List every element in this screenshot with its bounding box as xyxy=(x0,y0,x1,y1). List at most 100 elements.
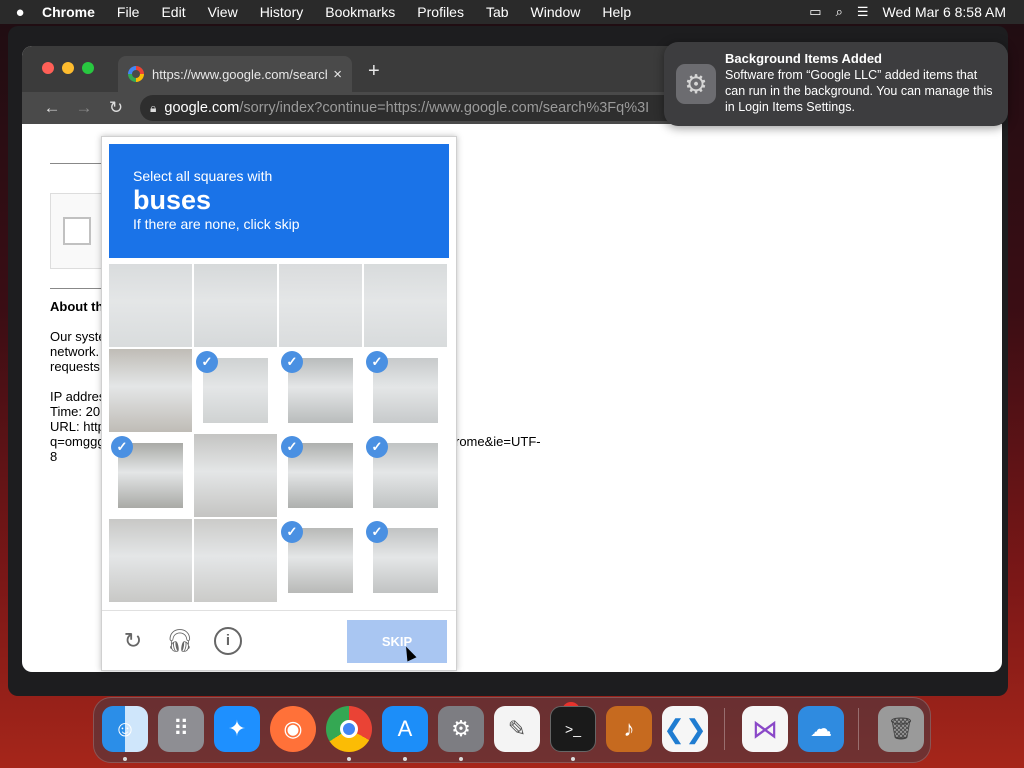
captcha-tile[interactable]: ✓ xyxy=(364,519,447,602)
skip-button[interactable]: SKIP xyxy=(347,620,447,663)
url-path: /sorry/index?continue=https://www.google… xyxy=(239,100,650,116)
garageband-icon[interactable]: ♪ xyxy=(606,706,652,752)
minimize-window-button[interactable] xyxy=(62,62,74,74)
info-icon[interactable]: i xyxy=(214,627,242,655)
url-end-text: 8 xyxy=(50,449,58,464)
system-settings-icon[interactable]: ⚙ xyxy=(438,706,484,752)
screen-mirroring-icon[interactable]: ▭ xyxy=(809,4,821,20)
captcha-tile[interactable] xyxy=(109,349,192,432)
headphones-icon[interactable]: 🎧︎ xyxy=(166,627,194,655)
captcha-tile[interactable]: ✓ xyxy=(109,434,192,517)
gear-icon: ⚙ xyxy=(676,64,716,104)
captcha-tile[interactable] xyxy=(194,264,277,347)
about-heading: About th xyxy=(50,299,104,314)
captcha-tile[interactable]: ✓ xyxy=(364,349,447,432)
reload-icon[interactable]: ↻ xyxy=(119,627,147,655)
textedit-icon[interactable]: ✎ xyxy=(494,706,540,752)
url-text: URL: http xyxy=(50,419,105,434)
captcha-tile[interactable] xyxy=(194,519,277,602)
ip-address-text: IP addres xyxy=(50,389,106,404)
captcha-tile-image xyxy=(109,519,192,602)
apple-icon[interactable]: ● xyxy=(0,4,40,21)
checkmark-icon: ✓ xyxy=(281,436,303,458)
captcha-tile[interactable] xyxy=(109,264,192,347)
tab-close-icon[interactable]: × xyxy=(333,66,342,83)
captcha-tile-image xyxy=(194,519,277,602)
checkmark-icon: ✓ xyxy=(366,521,388,543)
checkmark-icon: ✓ xyxy=(366,436,388,458)
dock-separator xyxy=(724,708,725,750)
menu-help[interactable]: Help xyxy=(591,4,642,20)
captcha-tile-image xyxy=(194,264,277,347)
captcha-tile[interactable]: ✓ xyxy=(279,349,362,432)
terminal-icon[interactable]: >_ xyxy=(550,706,596,752)
dock-separator xyxy=(858,708,859,750)
browser-tab[interactable]: https://www.google.com/search × xyxy=(118,56,352,92)
captcha-tile-image xyxy=(109,264,192,347)
launchpad-icon[interactable]: ⠿ xyxy=(158,706,204,752)
menu-edit[interactable]: Edit xyxy=(150,4,196,20)
menu-history[interactable]: History xyxy=(249,4,315,20)
page-text: requests xyxy=(50,359,100,374)
captcha-tile[interactable] xyxy=(364,264,447,347)
app-store-icon[interactable]: A xyxy=(382,706,428,752)
safari-icon[interactable]: ✦ xyxy=(214,706,260,752)
dock: ☺ ⠿ ✦ ◉ A ⚙ 2 ✎ >_ ♪ ❮❯ ⋈ ☁ 🗑︎ xyxy=(93,697,931,763)
zoom-window-button[interactable] xyxy=(82,62,94,74)
captcha-instruction: Select all squares with xyxy=(133,168,273,184)
captcha-tile[interactable]: ✓ xyxy=(279,519,362,602)
reload-icon[interactable]: ↻ xyxy=(100,98,132,118)
captcha-tile[interactable] xyxy=(279,264,362,347)
menu-bar: ● Chrome File Edit View History Bookmark… xyxy=(0,0,1024,24)
close-window-button[interactable] xyxy=(42,62,54,74)
menubar-datetime[interactable]: Wed Mar 6 8:58 AM xyxy=(883,4,1006,20)
captcha-challenge: Select all squares with buses If there a… xyxy=(101,136,457,671)
captcha-tile-image xyxy=(194,434,277,517)
forward-arrow-icon[interactable]: → xyxy=(68,98,100,118)
recaptcha-checkbox[interactable] xyxy=(63,217,91,245)
menu-file[interactable]: File xyxy=(106,4,151,20)
checkmark-icon: ✓ xyxy=(111,436,133,458)
url-domain: google.com xyxy=(164,100,240,116)
checkmark-icon: ✓ xyxy=(281,351,303,373)
back-arrow-icon[interactable]: ← xyxy=(36,98,68,118)
menu-app-chrome[interactable]: Chrome xyxy=(40,4,106,20)
running-indicator xyxy=(403,757,407,761)
page-text: Our syste xyxy=(50,329,106,344)
captcha-tile-image xyxy=(109,349,192,432)
captcha-tile[interactable]: ✓ xyxy=(279,434,362,517)
menu-window[interactable]: Window xyxy=(520,4,592,20)
menu-bookmarks[interactable]: Bookmarks xyxy=(314,4,406,20)
vscode-icon[interactable]: ❮❯ xyxy=(662,706,708,752)
finder-icon[interactable]: ☺ xyxy=(102,706,148,752)
menu-tab[interactable]: Tab xyxy=(475,4,520,20)
captcha-target: buses xyxy=(133,185,212,215)
chrome-icon[interactable] xyxy=(326,706,372,752)
captcha-tile[interactable] xyxy=(194,434,277,517)
captcha-tile[interactable]: ✓ xyxy=(194,349,277,432)
search-icon[interactable]: ⌕ xyxy=(836,4,843,20)
visual-studio-icon[interactable]: ⋈ xyxy=(742,706,788,752)
new-tab-button[interactable]: + xyxy=(368,60,380,83)
trash-icon[interactable]: 🗑︎ xyxy=(878,706,924,752)
google-favicon-icon xyxy=(128,66,144,82)
captcha-footer: ↻ 🎧︎ i SKIP xyxy=(102,610,456,670)
running-indicator xyxy=(123,757,127,761)
weather-icon[interactable]: ☁ xyxy=(798,706,844,752)
lock-icon[interactable]: 🔒︎ xyxy=(150,101,156,116)
captcha-tile-image xyxy=(279,264,362,347)
menu-view[interactable]: View xyxy=(197,4,249,20)
notification-body: Software from “Google LLC” added items t… xyxy=(725,68,993,114)
captcha-tile[interactable]: ✓ xyxy=(364,434,447,517)
firefox-icon[interactable]: ◉ xyxy=(270,706,316,752)
control-center-icon[interactable]: ☰ xyxy=(857,4,869,20)
checkmark-icon: ✓ xyxy=(196,351,218,373)
captcha-hint: If there are none, click skip xyxy=(133,216,300,232)
checkmark-icon: ✓ xyxy=(281,521,303,543)
running-indicator xyxy=(571,757,575,761)
notification-banner[interactable]: ⚙ Background Items Added Software from “… xyxy=(664,42,1008,126)
captcha-tile[interactable] xyxy=(109,519,192,602)
url-tail-text: rome&ie=UTF- xyxy=(455,434,541,449)
menu-profiles[interactable]: Profiles xyxy=(406,4,475,20)
captcha-grid: ✓ ✓ ✓ ✓ ✓ ✓ ✓ ✓ xyxy=(109,264,449,604)
